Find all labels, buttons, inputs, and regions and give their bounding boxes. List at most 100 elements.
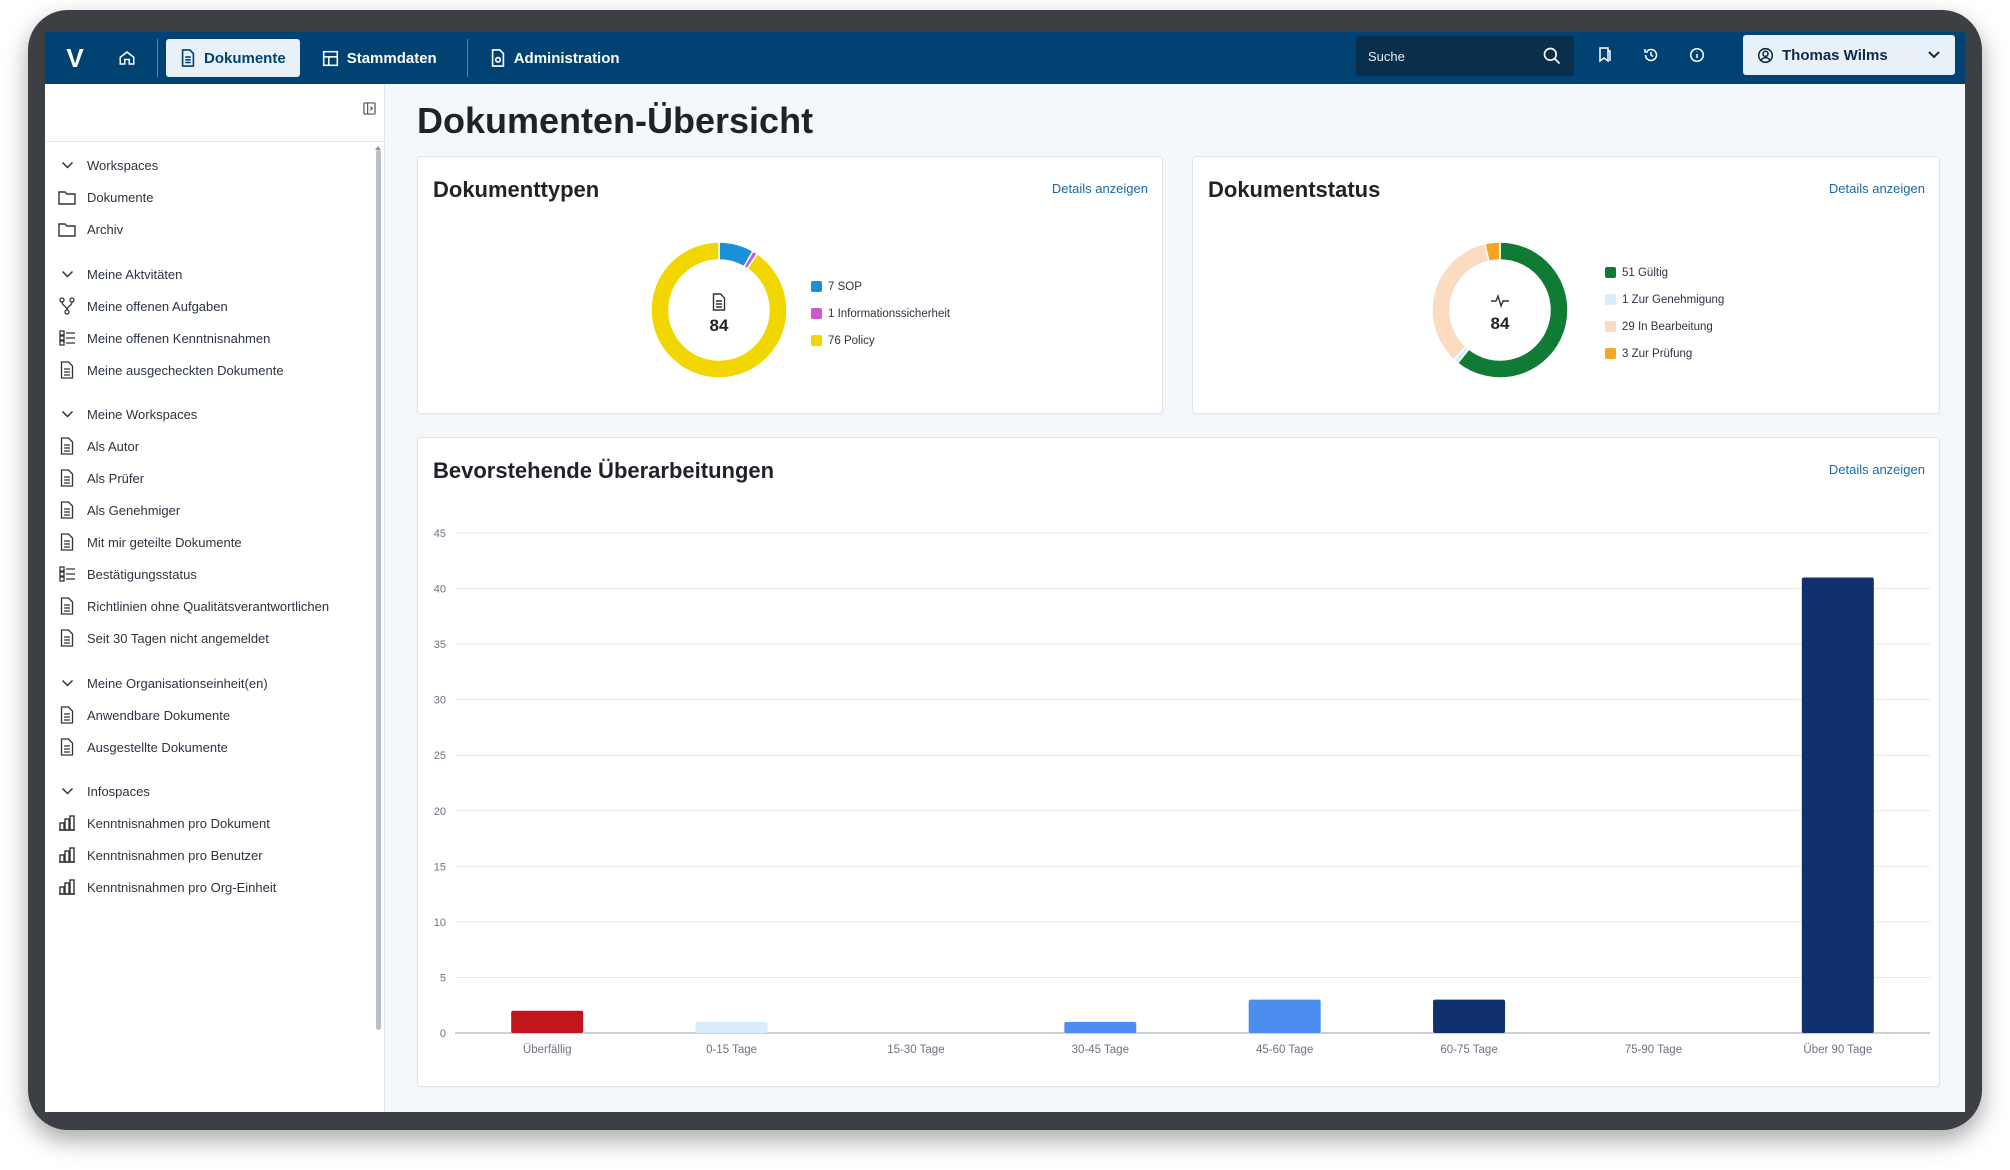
details-link[interactable]: Details anzeigen: [1052, 181, 1148, 196]
search-input[interactable]: Suche: [1356, 36, 1574, 76]
sidebar-section-header[interactable]: Meine Workspaces: [57, 399, 367, 429]
sidebar-item-label: Kenntnisnahmen pro Org-Einheit: [87, 879, 277, 895]
sidebar-item[interactable]: Meine ausgecheckten Dokumente: [57, 355, 367, 385]
chevron-down-icon: [57, 787, 77, 796]
page-title: Dokumenten-Übersicht: [417, 100, 814, 141]
sidebar-collapse-icon[interactable]: [363, 102, 376, 115]
sidebar-item[interactable]: Seit 30 Tagen nicht angemeldet: [57, 623, 367, 653]
table-icon: [322, 50, 338, 66]
sidebar-item[interactable]: Als Genehmiger: [57, 495, 367, 525]
history-icon[interactable]: [1643, 47, 1659, 63]
legend-item[interactable]: 7 SOP: [811, 273, 950, 300]
sidebar-item-label: Seit 30 Tagen nicht angemeldet: [87, 630, 269, 646]
legend-item[interactable]: 3 Zur Prüfung: [1605, 340, 1724, 367]
sidebar-item-label: Als Genehmiger: [87, 502, 181, 518]
bar-über-90-tage[interactable]: [1801, 577, 1874, 1033]
sidebar-item[interactable]: Mit mir geteilte Dokumente: [57, 527, 367, 557]
user-name: Thomas Wilms: [1782, 46, 1888, 64]
y-tick-label: 45: [434, 528, 446, 540]
sidebar-item[interactable]: Dokumente: [57, 182, 367, 212]
legend-item[interactable]: 1 Informationssicherheit: [811, 300, 950, 327]
bar-0-15-tage[interactable]: [695, 1021, 768, 1033]
sidebar-item[interactable]: Als Autor: [57, 431, 367, 461]
sidebar-item-label: Bestätigungsstatus: [87, 566, 197, 582]
chevron-down-icon: [57, 270, 77, 279]
sidebar-item[interactable]: Archiv: [57, 214, 367, 244]
details-link[interactable]: Details anzeigen: [1829, 181, 1925, 196]
sidebar-item-label: Archiv: [87, 221, 124, 237]
sidebar-section-header[interactable]: Meine Aktvitäten: [57, 259, 367, 289]
info-icon[interactable]: [1689, 47, 1705, 63]
card-title: Dokumentstatus: [1208, 177, 1381, 202]
tab-dokumente[interactable]: Dokumente: [166, 39, 300, 77]
home-button[interactable]: [105, 49, 149, 67]
document-status-legend: 51 Gültig 1 Zur Genehmigung 29 In Bearbeit…: [1605, 259, 1724, 367]
chevron-down-icon: [57, 410, 77, 419]
bar-60-75-tage[interactable]: [1433, 999, 1506, 1033]
sidebar-item[interactable]: Meine offenen Aufgaben: [57, 291, 367, 321]
document-types-legend: 7 SOP 1 Informationssicherheit 76 Policy: [811, 273, 950, 354]
legend-item[interactable]: 76 Policy: [811, 327, 950, 354]
legend-item[interactable]: 51 Gültig: [1605, 259, 1724, 286]
tab-label: Administration: [513, 49, 620, 67]
x-tick-label: 75-90 Tage: [1625, 1044, 1682, 1056]
tab-label: Dokumente: [204, 49, 286, 67]
search-icon[interactable]: [1542, 46, 1562, 66]
chevron-down-icon: [1928, 51, 1940, 59]
sidebar-item[interactable]: Anwendbare Dokumente: [57, 700, 367, 730]
document-types-card: Dokumenttypen Details anzeigen 84 7 SOP 1…: [417, 156, 1163, 414]
donut-center: 84: [679, 293, 759, 336]
sidebar-item[interactable]: Richtlinien ohne Qualitätsverantwortlich…: [57, 591, 367, 621]
sidebar-section-title: Workspaces: [87, 157, 159, 173]
sidebar-section-title: Meine Aktvitäten: [87, 266, 183, 282]
bar-45-60-tage[interactable]: [1248, 999, 1321, 1033]
sidebar-item[interactable]: Bestätigungsstatus: [57, 559, 367, 589]
sidebar-item[interactable]: Ausgestellte Dokumente: [57, 732, 367, 762]
sidebar-scrollbar[interactable]: [376, 150, 381, 1030]
home-icon: [119, 51, 135, 65]
bookmark-icon[interactable]: [1598, 47, 1612, 63]
sidebar-item[interactable]: Meine offenen Kenntnisnahmen: [57, 323, 367, 353]
sidebar-item[interactable]: Kenntnisnahmen pro Dokument: [57, 808, 367, 838]
sidebar: Workspaces Dokumente Archiv Meine Aktvitäte…: [45, 84, 385, 1112]
y-tick-label: 25: [434, 750, 446, 762]
top-navigation-bar: V Dokumente Stammdaten Administration Su…: [45, 32, 1965, 84]
folder-icon: [57, 222, 77, 237]
document-icon: [57, 361, 77, 379]
sidebar-item-label: Als Autor: [87, 438, 140, 454]
x-tick-label: 45-60 Tage: [1256, 1044, 1313, 1056]
sidebar-item[interactable]: Als Prüfer: [57, 463, 367, 493]
chevron-down-icon: [57, 679, 77, 688]
legend-item[interactable]: 29 In Bearbeitung: [1605, 313, 1724, 340]
sidebar-section-header[interactable]: Infospaces: [57, 776, 367, 806]
sidebar-section-header[interactable]: Meine Organisationseinheit(en): [57, 668, 367, 698]
sidebar-item[interactable]: Kenntnisnahmen pro Org-Einheit: [57, 872, 367, 902]
legend-item[interactable]: 1 Zur Genehmigung: [1605, 286, 1724, 313]
bar-überfällig[interactable]: [511, 1010, 584, 1033]
app-logo[interactable]: V: [55, 43, 95, 74]
sidebar-item[interactable]: Kenntnisnahmen pro Benutzer: [57, 840, 367, 870]
document-status-card: Dokumentstatus Details anzeigen 84 51 Gü…: [1192, 156, 1940, 414]
nav-separator: [466, 39, 468, 77]
workflow-icon: [57, 297, 77, 315]
document-icon: [57, 469, 77, 487]
bar-chart-icon: [57, 879, 77, 895]
sidebar-section-header[interactable]: Workspaces: [57, 150, 367, 180]
x-tick-label: 0-15 Tage: [706, 1044, 757, 1056]
x-tick-label: Über 90 Tage: [1803, 1044, 1872, 1056]
legend-swatch: [1605, 294, 1616, 305]
x-tick-label: 30-45 Tage: [1072, 1044, 1129, 1056]
donut-center: 84: [1460, 293, 1540, 334]
y-tick-label: 35: [434, 639, 446, 651]
user-menu-button[interactable]: Thomas Wilms: [1743, 35, 1955, 75]
donut-total: 84: [1490, 314, 1510, 333]
legend-label: 3 Zur Prüfung: [1622, 347, 1693, 360]
tab-administration[interactable]: Administration: [476, 39, 634, 77]
document-icon: [712, 293, 726, 311]
legend-label: 76 Policy: [828, 334, 875, 347]
settings-document-icon: [491, 49, 504, 67]
tab-stammdaten[interactable]: Stammdaten: [308, 39, 451, 77]
document-icon: [57, 706, 77, 724]
bar-30-45-tage[interactable]: [1064, 1021, 1137, 1033]
y-tick-label: 0: [440, 1028, 446, 1040]
